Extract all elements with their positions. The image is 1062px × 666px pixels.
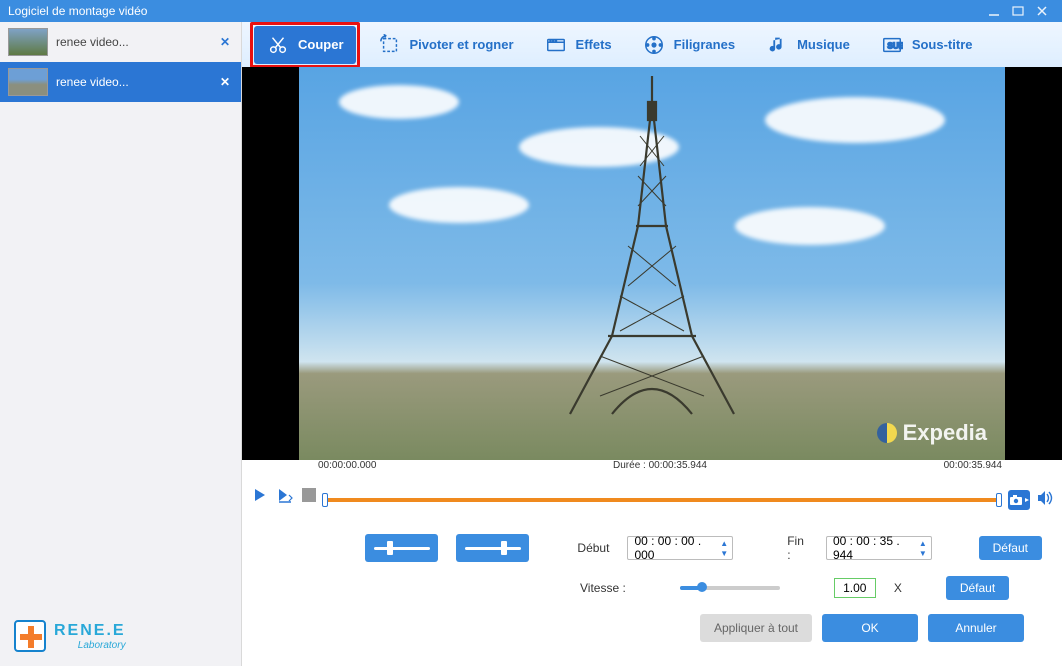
range-start-handle[interactable] — [322, 493, 328, 507]
range-end-handle[interactable] — [996, 493, 1002, 507]
tab-subtitle[interactable]: SUB Sous-titre — [868, 26, 985, 64]
effects-icon — [544, 33, 568, 57]
brand-subtitle: Laboratory — [54, 640, 126, 651]
snapshot-button[interactable] — [1008, 490, 1030, 510]
play-range-button[interactable] — [276, 485, 296, 505]
stepper-down-icon[interactable]: ▼ — [718, 548, 730, 558]
video-preview: Expedia — [242, 67, 1062, 460]
subtitle-icon: SUB — [880, 33, 904, 57]
file-thumbnail — [8, 68, 48, 96]
scissors-icon — [266, 33, 290, 57]
file-list-item[interactable]: renee video... ✕ — [0, 22, 241, 62]
ok-button[interactable]: OK — [822, 614, 918, 642]
minimize-button[interactable] — [982, 3, 1006, 19]
default-speed-button[interactable]: Défaut — [946, 576, 1009, 600]
stepper-up-icon[interactable]: ▲ — [718, 538, 730, 548]
speed-slider-knob[interactable] — [697, 582, 707, 592]
tab-label: Effets — [576, 37, 612, 52]
stepper-up-icon[interactable]: ▲ — [917, 538, 929, 548]
brand-logo: RENE.E Laboratory — [0, 610, 241, 666]
expedia-logo-icon — [877, 423, 897, 443]
tab-label: Sous-titre — [912, 37, 973, 52]
speed-unit: X — [894, 581, 902, 595]
file-name: renee video... — [56, 75, 217, 89]
file-close-icon[interactable]: ✕ — [217, 35, 233, 49]
cancel-button[interactable]: Annuler — [928, 614, 1024, 642]
stop-button[interactable] — [302, 488, 316, 502]
tab-label: Filigranes — [674, 37, 735, 52]
apply-all-button[interactable]: Appliquer à tout — [700, 614, 812, 642]
file-sidebar: renee video... ✕ renee video... ✕ RENE.E… — [0, 22, 242, 666]
start-label: Début — [577, 541, 609, 555]
default-time-button[interactable]: Défaut — [979, 536, 1042, 560]
play-button[interactable] — [250, 485, 270, 505]
tab-rotate-crop[interactable]: Pivoter et rogner — [366, 26, 526, 64]
tab-cut[interactable]: Couper — [254, 26, 356, 64]
transport-bar — [242, 474, 1062, 516]
music-icon — [765, 33, 789, 57]
video-watermark: Expedia — [877, 420, 987, 446]
tutorial-highlight: Couper — [250, 22, 360, 68]
rotate-crop-icon — [378, 33, 402, 57]
file-close-icon[interactable]: ✕ — [217, 75, 233, 89]
tab-music[interactable]: Musique — [753, 26, 862, 64]
tab-watermark[interactable]: Filigranes — [630, 26, 747, 64]
end-label: Fin : — [787, 534, 808, 562]
timeline-end-time: 00:00:35.944 — [944, 460, 1002, 471]
volume-button[interactable] — [1036, 490, 1054, 511]
cut-controls: Début 00 : 00 : 00 . 000 ▲▼ Fin : 00 : 0… — [242, 516, 1062, 666]
brand-cross-icon — [14, 620, 46, 652]
speed-slider[interactable] — [680, 586, 780, 590]
stepper-down-icon[interactable]: ▼ — [917, 548, 929, 558]
window-title: Logiciel de montage vidéo — [8, 4, 147, 18]
timeline-start-time: 00:00:00.000 — [318, 460, 376, 471]
watermark-icon — [642, 33, 666, 57]
eiffel-tower-graphic — [542, 76, 762, 416]
toolbar: Couper Pivoter et rogner Effets Filigr — [242, 22, 1062, 67]
speed-label: Vitesse : — [580, 581, 626, 595]
timeline-track[interactable] — [322, 495, 1002, 505]
file-list-item[interactable]: renee video... ✕ — [0, 62, 241, 102]
tab-label: Pivoter et rogner — [410, 37, 514, 52]
speed-value-input[interactable] — [834, 578, 876, 598]
close-window-button[interactable] — [1030, 3, 1054, 19]
set-start-button[interactable] — [365, 534, 438, 562]
end-time-input[interactable]: 00 : 00 : 35 . 944 ▲▼ — [826, 536, 932, 560]
maximize-button[interactable] — [1006, 3, 1030, 19]
tab-effects[interactable]: Effets — [532, 26, 624, 64]
file-name: renee video... — [56, 35, 217, 49]
titlebar: Logiciel de montage vidéo — [0, 0, 1062, 22]
tab-label: Musique — [797, 37, 850, 52]
brand-name: RENE.E — [54, 622, 126, 640]
tab-label: Couper — [298, 37, 344, 52]
svg-text:SUB: SUB — [887, 41, 903, 50]
set-end-button[interactable] — [456, 534, 529, 562]
start-time-input[interactable]: 00 : 00 : 00 . 000 ▲▼ — [627, 536, 733, 560]
file-thumbnail — [8, 28, 48, 56]
timeline-duration: Durée : 00:00:35.944 — [613, 460, 707, 471]
